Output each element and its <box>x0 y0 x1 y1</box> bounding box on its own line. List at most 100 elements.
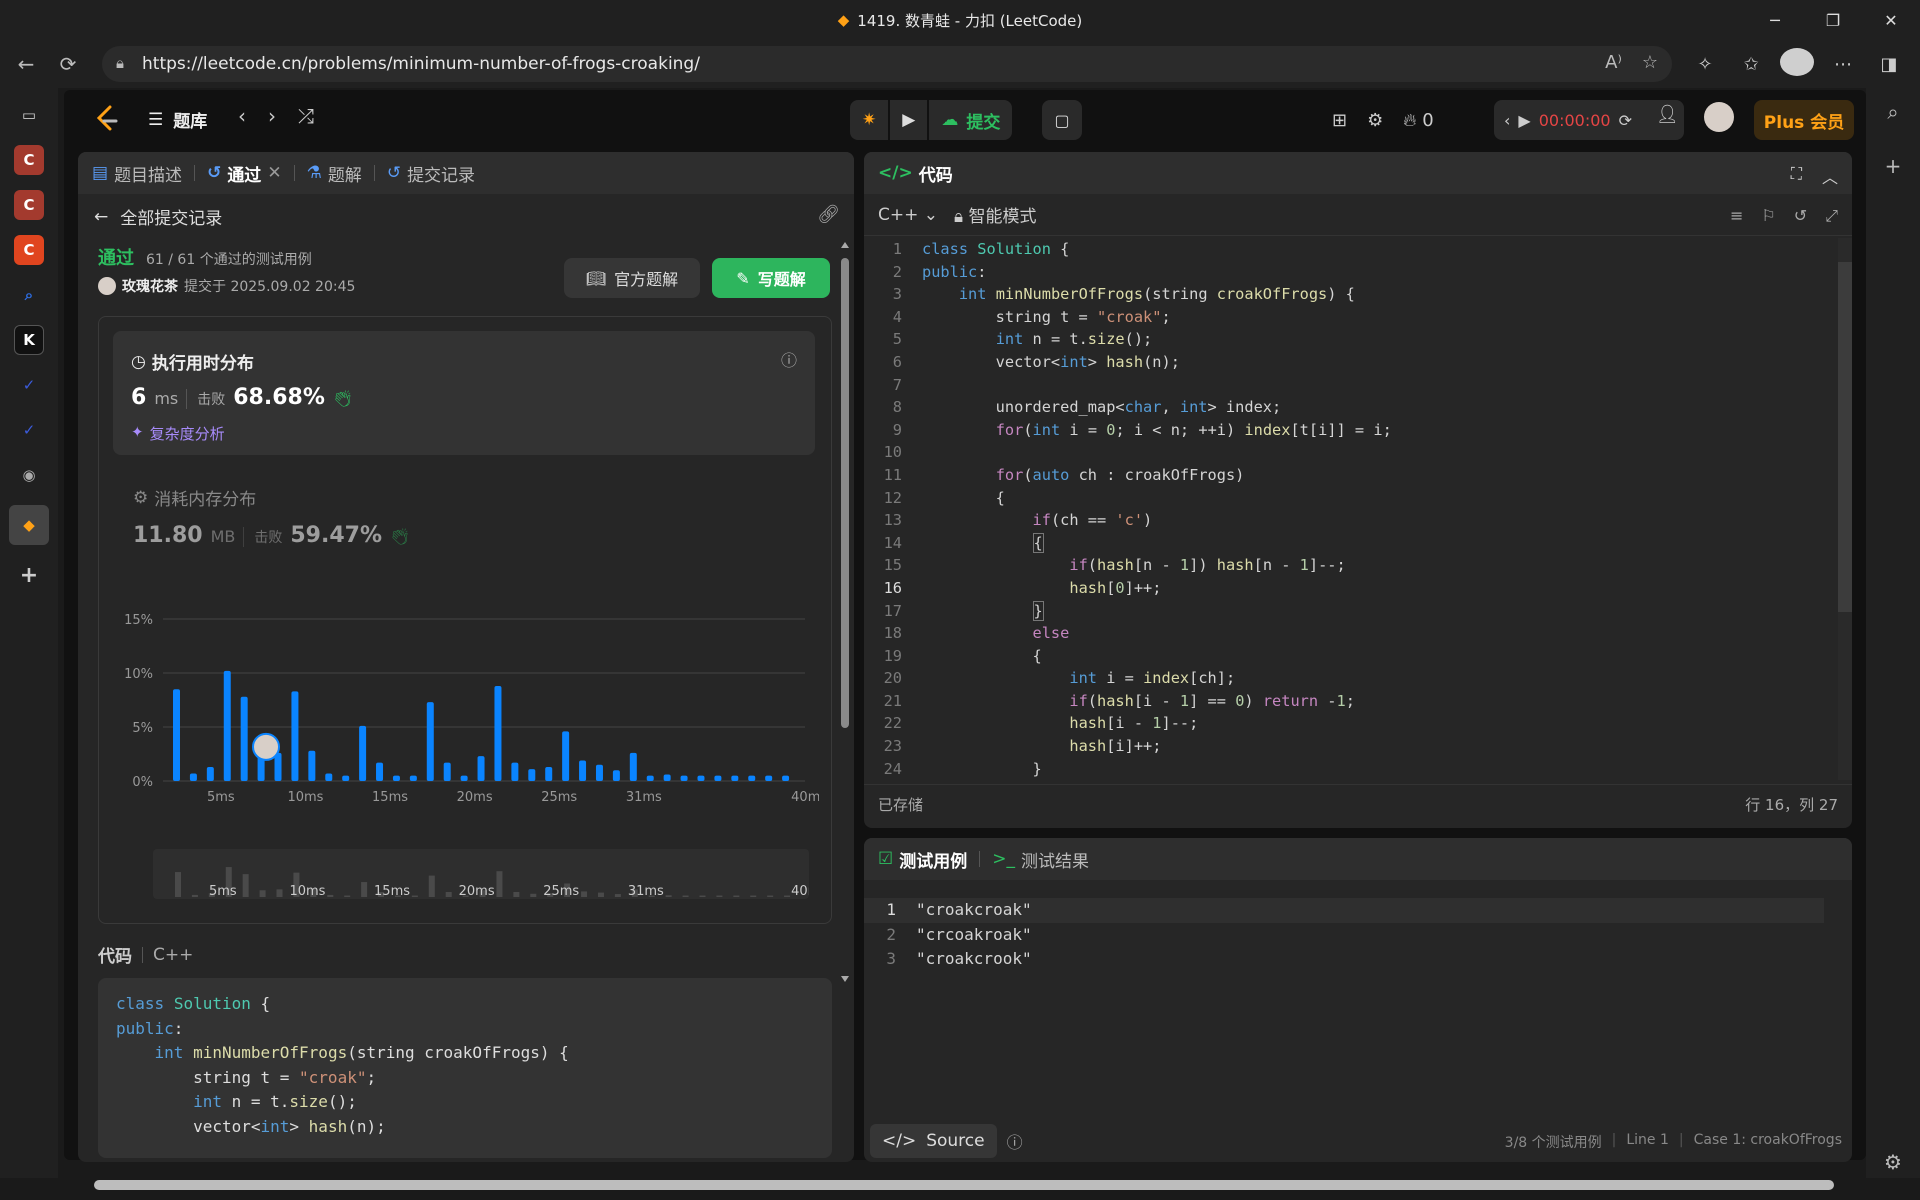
testcase-editor[interactable]: 1 "croakcroak" 2 "crcoakroak" 3 "croakcrook… <box>864 898 1838 972</box>
tab-bird-icon[interactable]: ✓ <box>14 415 44 445</box>
info-icon[interactable]: ⓘ <box>781 347 797 371</box>
code-tab[interactable]: </> 代码 <box>878 161 953 186</box>
prev-problem-icon[interactable]: ‹ <box>238 104 246 128</box>
plus-member-button[interactable]: Plus 会员 <box>1754 100 1854 140</box>
add-icon[interactable]: + <box>1885 154 1902 178</box>
chart-bar[interactable] <box>240 696 248 781</box>
tab-k-icon[interactable]: K <box>14 325 44 355</box>
tab-leetcode-icon[interactable]: ◆ <box>9 505 49 545</box>
tab-actions-icon[interactable]: ▭ <box>14 100 44 130</box>
tab-description[interactable]: ▤ 题目描述 <box>92 161 182 186</box>
chart-bar[interactable] <box>629 752 637 781</box>
author-name[interactable]: 玫瑰花茶 <box>122 276 178 296</box>
chart-bar[interactable] <box>223 670 231 781</box>
favorite-star-icon[interactable]: ☆ <box>1642 52 1658 73</box>
bookmark-icon[interactable]: ⚐ <box>1761 206 1775 226</box>
read-aloud-icon[interactable]: A⁾ <box>1605 52 1622 73</box>
debug-button[interactable]: ✷ <box>850 100 889 140</box>
chart-bar[interactable] <box>612 770 620 781</box>
leetcode-logo-icon[interactable] <box>92 104 122 134</box>
chart-bar[interactable] <box>579 760 587 781</box>
official-solution-button[interactable]: 📖︎ 官方题解 <box>564 258 700 298</box>
tab-search-icon[interactable]: ⌕ <box>14 280 44 310</box>
tab-c-icon[interactable]: C <box>14 235 44 265</box>
tab-testcase[interactable]: ☑ 测试用例 <box>878 847 967 872</box>
chart-bar[interactable] <box>595 764 603 781</box>
layout-icon[interactable]: ⊞ <box>1332 110 1347 131</box>
chart-bar[interactable] <box>342 775 350 781</box>
tab-submissions[interactable]: ↺ 提交记录 <box>387 161 475 186</box>
chart-range-slider[interactable]: 5ms 10ms 15ms 20ms 25ms 31ms 40ms <box>153 849 809 899</box>
chart-bar[interactable] <box>562 731 570 781</box>
user-position-avatar[interactable] <box>252 732 281 761</box>
tab-test-result[interactable]: >_ 测试结果 <box>992 847 1089 872</box>
language-select[interactable]: C++ ⌄ <box>878 205 938 225</box>
chart-bar[interactable] <box>392 775 400 781</box>
back-icon[interactable]: ← <box>6 44 46 84</box>
settings-gear-icon[interactable]: ⚙ <box>1367 110 1383 131</box>
timer-collapse-icon[interactable]: ‹ <box>1504 111 1510 130</box>
runtime-card[interactable]: ◷ 执行用时分布 ⓘ 6 ms 击败 68.68% 👏︎ ✦ 复杂度分析 <box>113 331 815 455</box>
horizontal-scrollbar[interactable] <box>64 1176 1866 1192</box>
minimize-icon[interactable]: ─ <box>1746 0 1804 40</box>
chart-bar[interactable] <box>494 685 502 781</box>
streak-counter[interactable]: 🔥︎ 0 <box>1403 110 1433 131</box>
tab-github-icon[interactable]: ◉ <box>14 460 44 490</box>
chart-bar[interactable] <box>359 725 367 781</box>
chart-bar[interactable] <box>646 775 654 781</box>
fullscreen-icon[interactable]: ⛶ <box>1791 164 1802 188</box>
chart-bar[interactable] <box>714 775 722 781</box>
chart-bar[interactable] <box>426 702 434 781</box>
tab-c-icon[interactable]: C <box>14 190 44 220</box>
chart-bar[interactable] <box>731 775 739 781</box>
settings-icon[interactable]: ⚙ <box>1884 1150 1902 1174</box>
expand-icon[interactable]: ⤢ <box>1825 206 1838 226</box>
timer-play-icon[interactable]: ▶ <box>1518 111 1530 130</box>
tab-accepted[interactable]: ↺ 通过 ✕ <box>207 161 282 186</box>
chart-bar[interactable] <box>173 689 180 781</box>
format-icon[interactable]: ≡ <box>1730 206 1743 226</box>
chart-bar[interactable] <box>308 750 316 781</box>
chart-bar[interactable] <box>206 766 214 781</box>
share-link-icon[interactable]: 🔗︎ <box>817 204 840 225</box>
timer-reset-icon[interactable]: ⟳ <box>1619 111 1632 130</box>
refresh-icon[interactable]: ⟳ <box>48 44 88 84</box>
left-scrollbar[interactable] <box>840 242 850 982</box>
chart-bar[interactable] <box>376 762 384 781</box>
tab-bird-icon[interactable]: ✓ <box>14 370 44 400</box>
close-icon[interactable]: ✕ <box>1862 0 1920 40</box>
more-icon[interactable]: ⋯ <box>1826 54 1860 75</box>
run-button[interactable]: ▶ <box>890 100 928 140</box>
memory-card[interactable]: ⚙ 消耗内存分布 <box>133 485 256 511</box>
chart-bar[interactable] <box>291 691 299 781</box>
sidebar-toggle-icon[interactable]: ◨ <box>1872 54 1906 75</box>
chart-bar[interactable] <box>477 756 485 781</box>
restore-icon[interactable]: ❐ <box>1804 0 1862 40</box>
write-solution-button[interactable]: ✎ 写题解 <box>712 258 830 298</box>
chart-bar[interactable] <box>748 775 756 781</box>
user-avatar[interactable] <box>1704 102 1734 132</box>
favorites-icon[interactable]: ✩ <box>1734 54 1768 75</box>
chart-bar[interactable] <box>189 773 197 781</box>
close-tab-icon[interactable]: ✕ <box>267 163 281 183</box>
editor-scrollbar[interactable] <box>1838 238 1852 780</box>
reset-icon[interactable]: ↺ <box>1794 206 1807 226</box>
source-button[interactable]: </> Source <box>870 1124 997 1158</box>
chart-bar[interactable] <box>663 774 671 781</box>
next-problem-icon[interactable]: › <box>268 104 276 128</box>
submit-button[interactable]: ☁ 提交 <box>929 100 1013 140</box>
collapse-icon[interactable]: ︿ <box>1822 164 1838 188</box>
chart-bar[interactable] <box>409 775 417 781</box>
back-to-submissions[interactable]: ← 全部提交记录 <box>94 204 222 230</box>
runtime-distribution-chart[interactable]: 0% 5% 10% 15% 5ms 10ms 15ms 20ms 25ms 31ms 40ms <box>119 611 819 821</box>
address-bar[interactable]: 🔒︎ https://leetcode.cn/problems/minimum-… <box>102 46 1672 82</box>
tab-solutions[interactable]: ⚗ 题解 <box>307 161 362 186</box>
chart-bar[interactable] <box>460 775 468 781</box>
code-editor[interactable]: 1 class Solution { 2 public: 3 int minNumb… <box>864 238 1838 780</box>
smart-mode-toggle[interactable]: 🔒︎ 智能模式 <box>954 202 1036 227</box>
chart-bar[interactable] <box>680 775 688 781</box>
problem-list-button[interactable]: ☰ 题库 <box>148 107 207 133</box>
tab-c-icon[interactable]: C <box>14 145 44 175</box>
profile-avatar[interactable] <box>1780 47 1814 81</box>
help-icon[interactable]: ⓘ <box>1007 1129 1023 1153</box>
